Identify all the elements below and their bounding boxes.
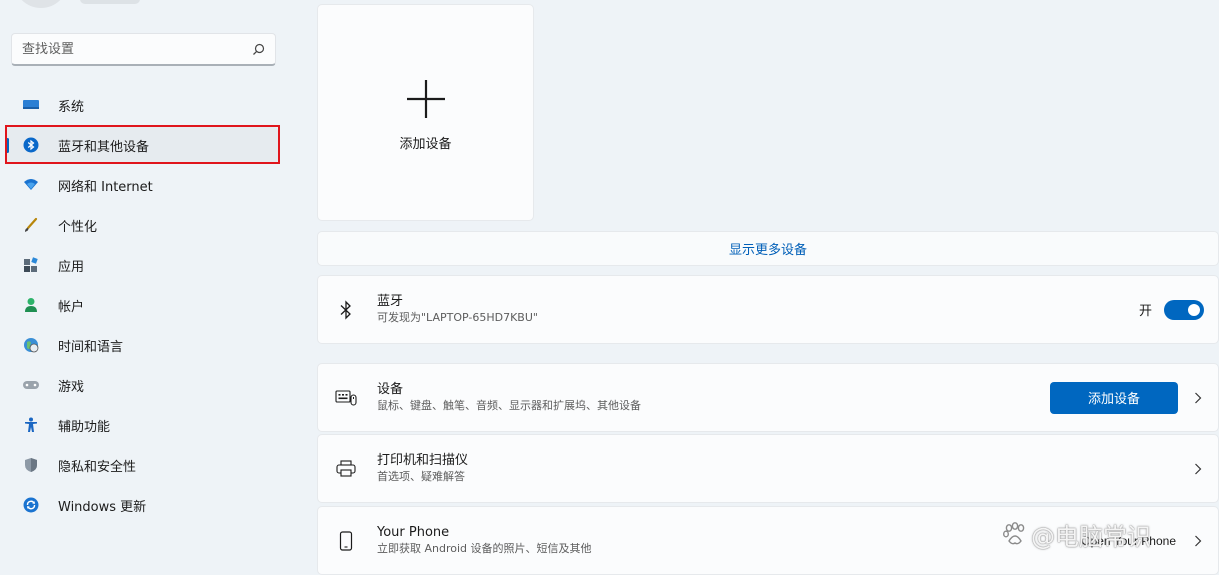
printers-title: 打印机和扫描仪 <box>377 453 469 468</box>
chevron-right-icon[interactable] <box>1192 392 1204 404</box>
gamepad-icon <box>22 376 40 394</box>
active-indicator <box>6 138 9 153</box>
plus-icon <box>406 79 446 119</box>
devices-subtitle: 鼠标、键盘、触笔、音频、显示器和扩展坞、其他设备 <box>377 399 641 412</box>
printers-texts: 打印机和扫描仪 首选项、疑难解答 <box>377 453 468 484</box>
sidebar-item-label: 隐私和安全性 <box>58 459 137 475</box>
monitor-icon <box>22 96 40 114</box>
add-device-button[interactable]: 添加设备 <box>1050 381 1178 414</box>
avatar[interactable] <box>14 0 68 8</box>
sidebar-item-network[interactable]: 网络和 Internet <box>6 167 278 203</box>
printers-actions <box>1192 463 1204 475</box>
bluetooth-texts: 蓝牙 可发现为"LAPTOP-65HD7KBU" <box>377 294 538 325</box>
add-device-label: 添加设备 <box>399 137 452 152</box>
keyboard-mouse-icon <box>335 387 357 409</box>
sidebar: 系统 蓝牙和其他设备 网络和 Internet 个性化 应用 <box>0 0 300 575</box>
accessibility-icon <box>22 416 40 434</box>
main-content: 添加设备 显示更多设备 蓝牙 可发现为"LAPTOP-65HD7KBU" 开 设… <box>317 0 1219 575</box>
printer-icon <box>335 458 357 480</box>
brush-icon <box>22 216 40 234</box>
sidebar-item-time-language[interactable]: 时间和语言 <box>6 327 278 363</box>
phone-icon <box>335 530 357 552</box>
wifi-icon <box>22 176 40 194</box>
sidebar-item-windows-update[interactable]: Windows 更新 <box>6 487 278 523</box>
sidebar-item-label: 网络和 Internet <box>58 179 153 195</box>
devices-row[interactable]: 设备 鼠标、键盘、触笔、音频、显示器和扩展坞、其他设备 添加设备 <box>317 363 1219 432</box>
sidebar-item-personalization[interactable]: 个性化 <box>6 207 278 243</box>
sidebar-item-label: 个性化 <box>58 219 98 235</box>
sidebar-item-label: 游戏 <box>58 379 85 395</box>
sidebar-item-label: 辅助功能 <box>58 419 111 435</box>
bluetooth-icon <box>335 299 357 321</box>
devices-texts: 设备 鼠标、键盘、触笔、音频、显示器和扩展坞、其他设备 <box>377 382 641 413</box>
add-device-card[interactable]: 添加设备 <box>317 4 534 221</box>
bluetooth-toggle-group: 开 <box>1138 299 1204 320</box>
sidebar-item-accounts[interactable]: 帐户 <box>6 287 278 323</box>
your-phone-title: Your Phone <box>377 525 450 540</box>
sidebar-item-label: 帐户 <box>58 299 85 315</box>
bluetooth-row: 蓝牙 可发现为"LAPTOP-65HD7KBU" 开 <box>317 275 1219 344</box>
apps-icon <box>22 256 40 274</box>
sidebar-item-gaming[interactable]: 游戏 <box>6 367 278 403</box>
sidebar-item-bluetooth[interactable]: 蓝牙和其他设备 <box>6 127 278 163</box>
your-phone-actions: Open Your Phone <box>1081 534 1204 548</box>
chevron-right-icon[interactable] <box>1192 463 1204 475</box>
sidebar-item-accessibility[interactable]: 辅助功能 <box>6 407 278 443</box>
toggle-knob <box>1188 303 1200 316</box>
open-your-phone-link[interactable]: Open Your Phone <box>1081 534 1176 548</box>
printers-row[interactable]: 打印机和扫描仪 首选项、疑难解答 <box>317 434 1219 503</box>
sidebar-item-apps[interactable]: 应用 <box>6 247 278 283</box>
bluetooth-discoverable-name: 可发现为"LAPTOP-65HD7KBU" <box>377 311 538 324</box>
nav-list: 系统 蓝牙和其他设备 网络和 Internet 个性化 应用 帐户 时间和语言 … <box>0 87 300 527</box>
printers-subtitle: 首选项、疑难解答 <box>377 470 465 483</box>
shield-icon <box>22 456 40 474</box>
sidebar-item-label: 蓝牙和其他设备 <box>58 139 150 155</box>
update-icon <box>22 496 40 514</box>
devices-title: 设备 <box>377 382 404 397</box>
globe-clock-icon <box>22 336 40 354</box>
sidebar-item-label: 时间和语言 <box>58 339 124 355</box>
search-icon[interactable] <box>251 42 265 56</box>
bluetooth-icon <box>22 136 40 154</box>
sidebar-item-label: Windows 更新 <box>58 499 147 515</box>
toggle-state-label: 开 <box>1138 304 1152 319</box>
devices-actions: 添加设备 <box>1050 381 1204 414</box>
your-phone-subtitle: 立即获取 Android 设备的照片、短信及其他 <box>377 542 592 555</box>
search-input[interactable] <box>22 41 251 57</box>
show-more-devices-link[interactable]: 显示更多设备 <box>317 231 1219 266</box>
chevron-right-icon[interactable] <box>1192 535 1204 547</box>
sidebar-item-system[interactable]: 系统 <box>6 87 278 123</box>
search-box[interactable] <box>11 33 276 66</box>
bluetooth-title: 蓝牙 <box>377 294 404 309</box>
your-phone-row[interactable]: Your Phone 立即获取 Android 设备的照片、短信及其他 Open… <box>317 506 1219 575</box>
your-phone-texts: Your Phone 立即获取 Android 设备的照片、短信及其他 <box>377 525 592 556</box>
bluetooth-toggle[interactable] <box>1164 299 1204 320</box>
person-icon <box>22 296 40 314</box>
user-name-stub <box>80 0 140 4</box>
sidebar-item-label: 系统 <box>58 99 85 115</box>
sidebar-item-privacy[interactable]: 隐私和安全性 <box>6 447 278 483</box>
sidebar-item-label: 应用 <box>58 259 85 275</box>
